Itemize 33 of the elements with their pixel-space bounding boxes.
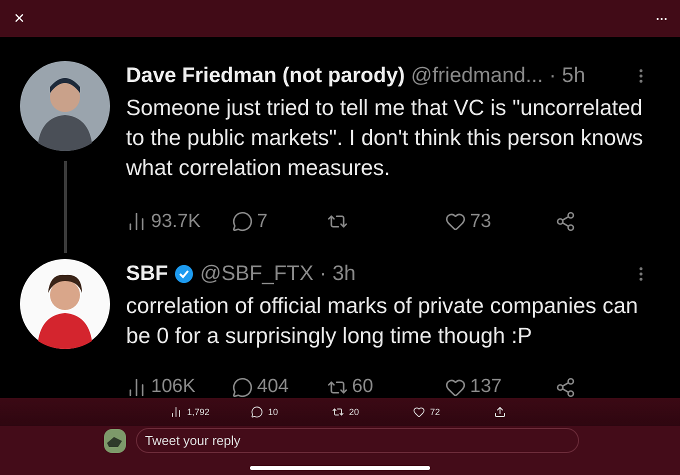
- stat-count: 106K: [151, 376, 196, 398]
- stat-count: 10: [268, 407, 278, 417]
- close-button[interactable]: ×: [14, 8, 25, 29]
- handle: @SBF_FTX: [200, 262, 314, 286]
- speech-bubble-icon[interactable]: [232, 376, 253, 398]
- share-icon[interactable]: [555, 376, 576, 398]
- share-icon[interactable]: [494, 406, 506, 418]
- heart-icon[interactable]: [413, 406, 425, 418]
- views-icon[interactable]: [170, 406, 182, 418]
- stat-count: 60: [352, 376, 374, 398]
- timestamp: · 3h: [320, 262, 356, 286]
- stat-count: 93.7K: [151, 210, 201, 233]
- more-button[interactable]: ···: [656, 12, 668, 26]
- stat-count: 1,792: [187, 407, 210, 417]
- handle: @friedmand...: [410, 64, 544, 88]
- avatar: [104, 428, 126, 452]
- author-name: SBF: [126, 262, 168, 286]
- heart-icon[interactable]: [445, 211, 466, 232]
- stat-count: 137: [470, 376, 502, 398]
- stat-count: 20: [349, 407, 360, 417]
- reply-field[interactable]: Tweet your reply: [136, 428, 579, 453]
- stat-count: 72: [430, 407, 440, 417]
- author-name: Dave Friedman (not parody): [126, 64, 405, 88]
- stat-count: 7: [257, 210, 268, 233]
- tweet-text: correlation of official marks of private companies can be 0 for a surprisingly long time though :P: [126, 292, 639, 350]
- tweet-text: Someone just tried to tell me that VC is "uncorrelated to the public markets". I don't think this person knows what correlation measures.: [126, 94, 644, 182]
- speech-bubble-icon[interactable]: [232, 211, 253, 232]
- stat-count: 73: [470, 210, 492, 233]
- heart-icon[interactable]: [445, 376, 466, 398]
- share-icon[interactable]: [555, 211, 576, 232]
- stat-count: 404: [257, 376, 289, 398]
- timestamp: · 5h: [549, 64, 586, 88]
- repost-icon[interactable]: [332, 406, 344, 418]
